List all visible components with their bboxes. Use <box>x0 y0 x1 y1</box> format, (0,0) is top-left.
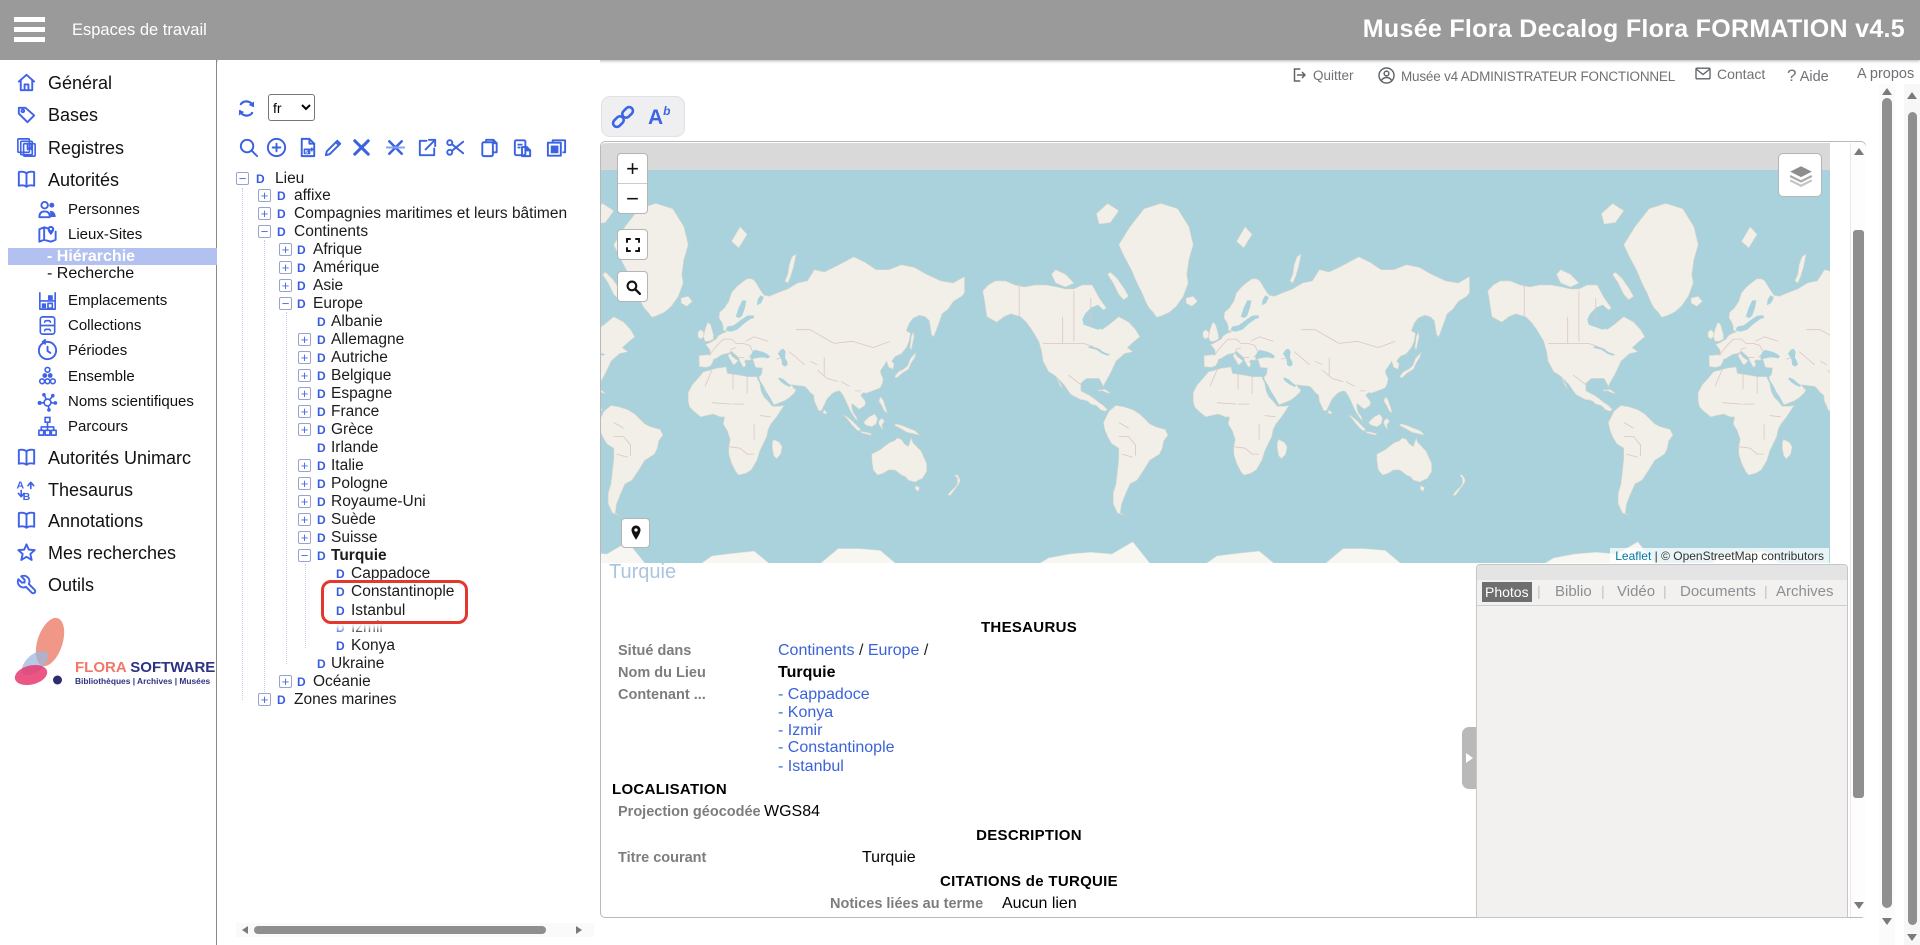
svg-text:FLORA SOFTWARE: FLORA SOFTWARE <box>75 659 215 676</box>
svg-text:s: s <box>305 149 309 156</box>
svg-text:B: B <box>23 491 31 501</box>
svg-text:Bibliothèques | Archives | Mus: Bibliothèques | Archives | Musées <box>75 676 210 686</box>
svg-text:A: A <box>16 480 24 492</box>
